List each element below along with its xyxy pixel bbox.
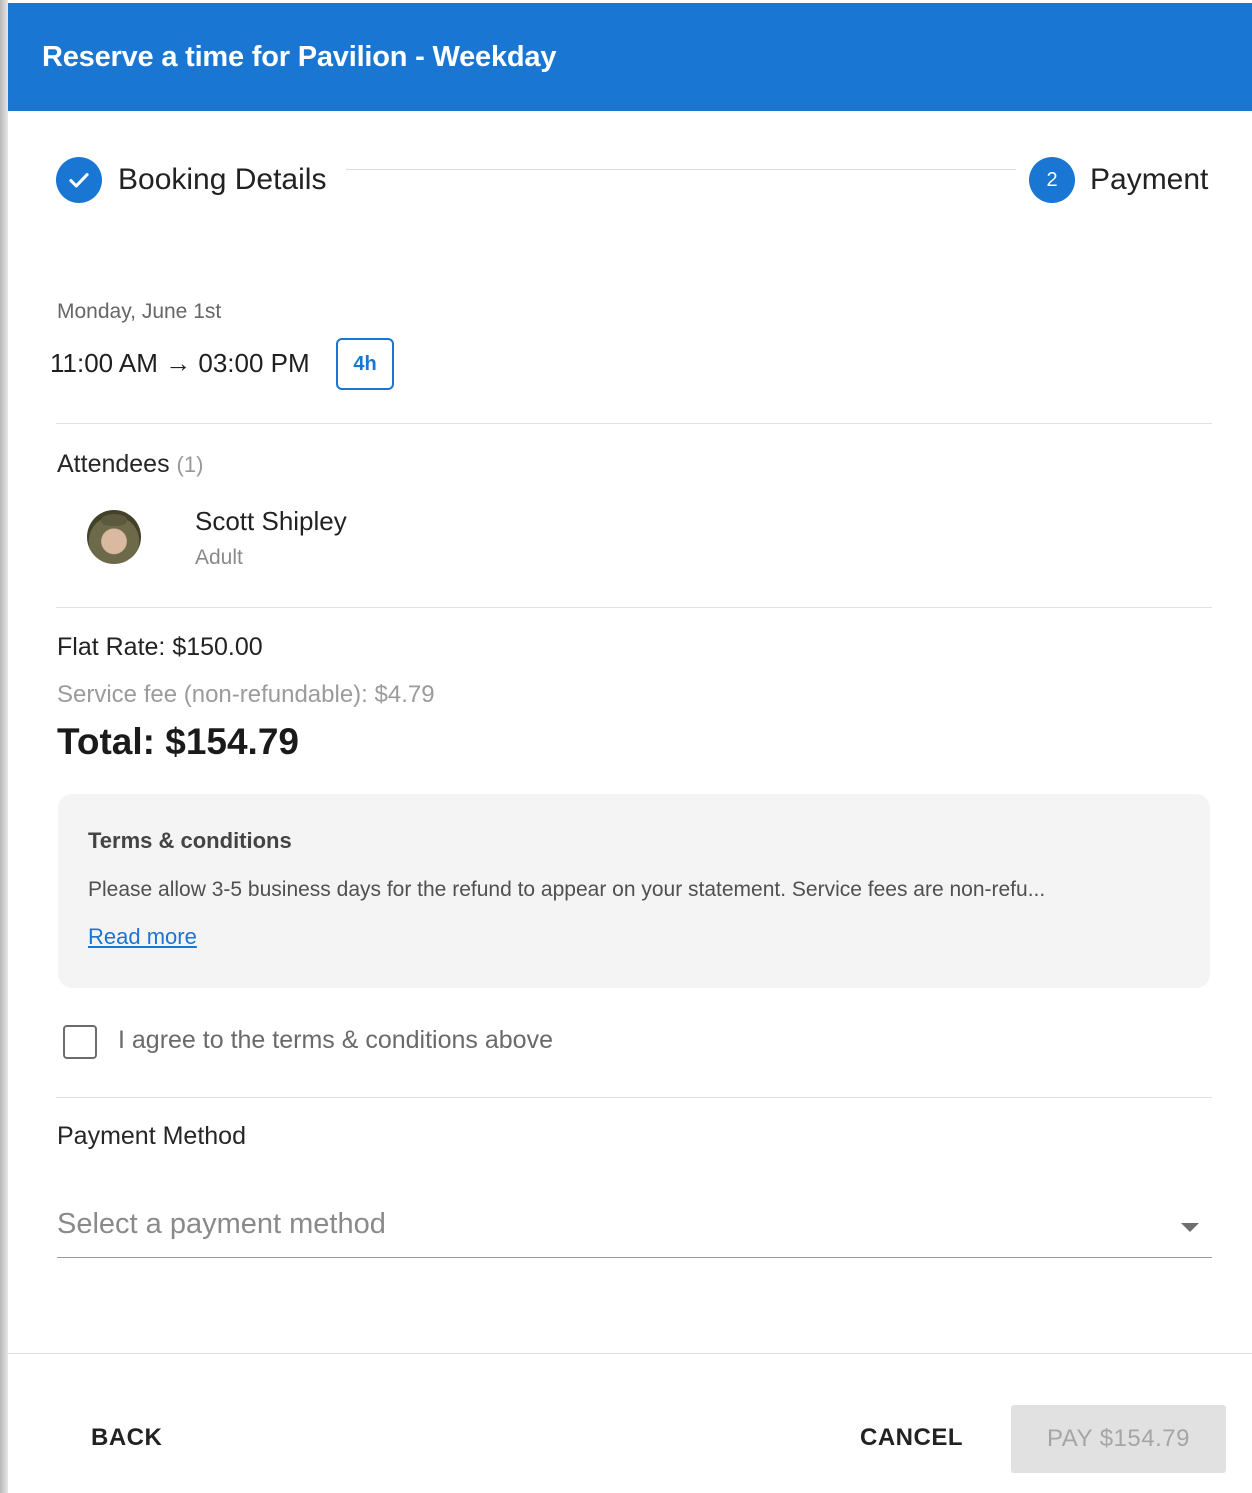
divider [56, 423, 1212, 424]
terms-panel: Terms & conditions Please allow 3-5 busi… [58, 794, 1210, 988]
check-icon [56, 157, 102, 203]
agree-terms-checkbox[interactable] [63, 1025, 97, 1059]
dialog-title: Reserve a time for Pavilion - Weekday [42, 41, 557, 73]
payment-method-select[interactable]: Select a payment method [57, 1196, 1212, 1258]
attendees-title: Attendees [57, 450, 170, 478]
background-page-edge [0, 0, 8, 1493]
stepper-connector [346, 169, 1016, 170]
attendee-type: Adult [195, 546, 243, 569]
cancel-button[interactable]: CANCEL [860, 1424, 963, 1452]
footer-divider [8, 1353, 1252, 1354]
duration-badge: 4h [336, 338, 394, 390]
attendees-count: (1) [176, 452, 204, 477]
payment-method-placeholder: Select a payment method [57, 1208, 386, 1240]
payment-method-heading: Payment Method [57, 1122, 246, 1150]
chevron-down-icon [1181, 1223, 1199, 1232]
step-label-payment: Payment [1090, 163, 1209, 196]
reservation-dialog: Reserve a time for Pavilion - Weekday Bo… [8, 0, 1252, 1493]
booking-date: Monday, June 1st [57, 300, 222, 323]
avatar-hat [101, 514, 127, 526]
booking-time-range: 11:00 AM → 03:00 PM [50, 348, 310, 378]
attendees-heading: Attendees (1) [57, 450, 203, 479]
flat-rate: Flat Rate: $150.00 [57, 633, 263, 661]
attendee-name: Scott Shipley [195, 506, 347, 536]
avatar [87, 510, 141, 564]
step-label-booking-details: Booking Details [118, 163, 327, 196]
read-more-link[interactable]: Read more [88, 924, 197, 950]
checkmark-glyph [69, 173, 89, 188]
total-price: Total: $154.79 [57, 721, 299, 762]
terms-text: Please allow 3-5 business days for the r… [88, 878, 1046, 901]
service-fee: Service fee (non-refundable): $4.79 [57, 681, 435, 708]
pay-button[interactable]: PAY $154.79 [1011, 1405, 1226, 1473]
back-button[interactable]: BACK [91, 1424, 162, 1452]
divider [56, 607, 1212, 608]
dialog-header: Reserve a time for Pavilion - Weekday [8, 3, 1252, 111]
terms-title: Terms & conditions [88, 828, 292, 853]
step-number-badge: 2 [1029, 157, 1075, 203]
agree-terms-label[interactable]: I agree to the terms & conditions above [118, 1026, 553, 1055]
divider [56, 1097, 1212, 1098]
